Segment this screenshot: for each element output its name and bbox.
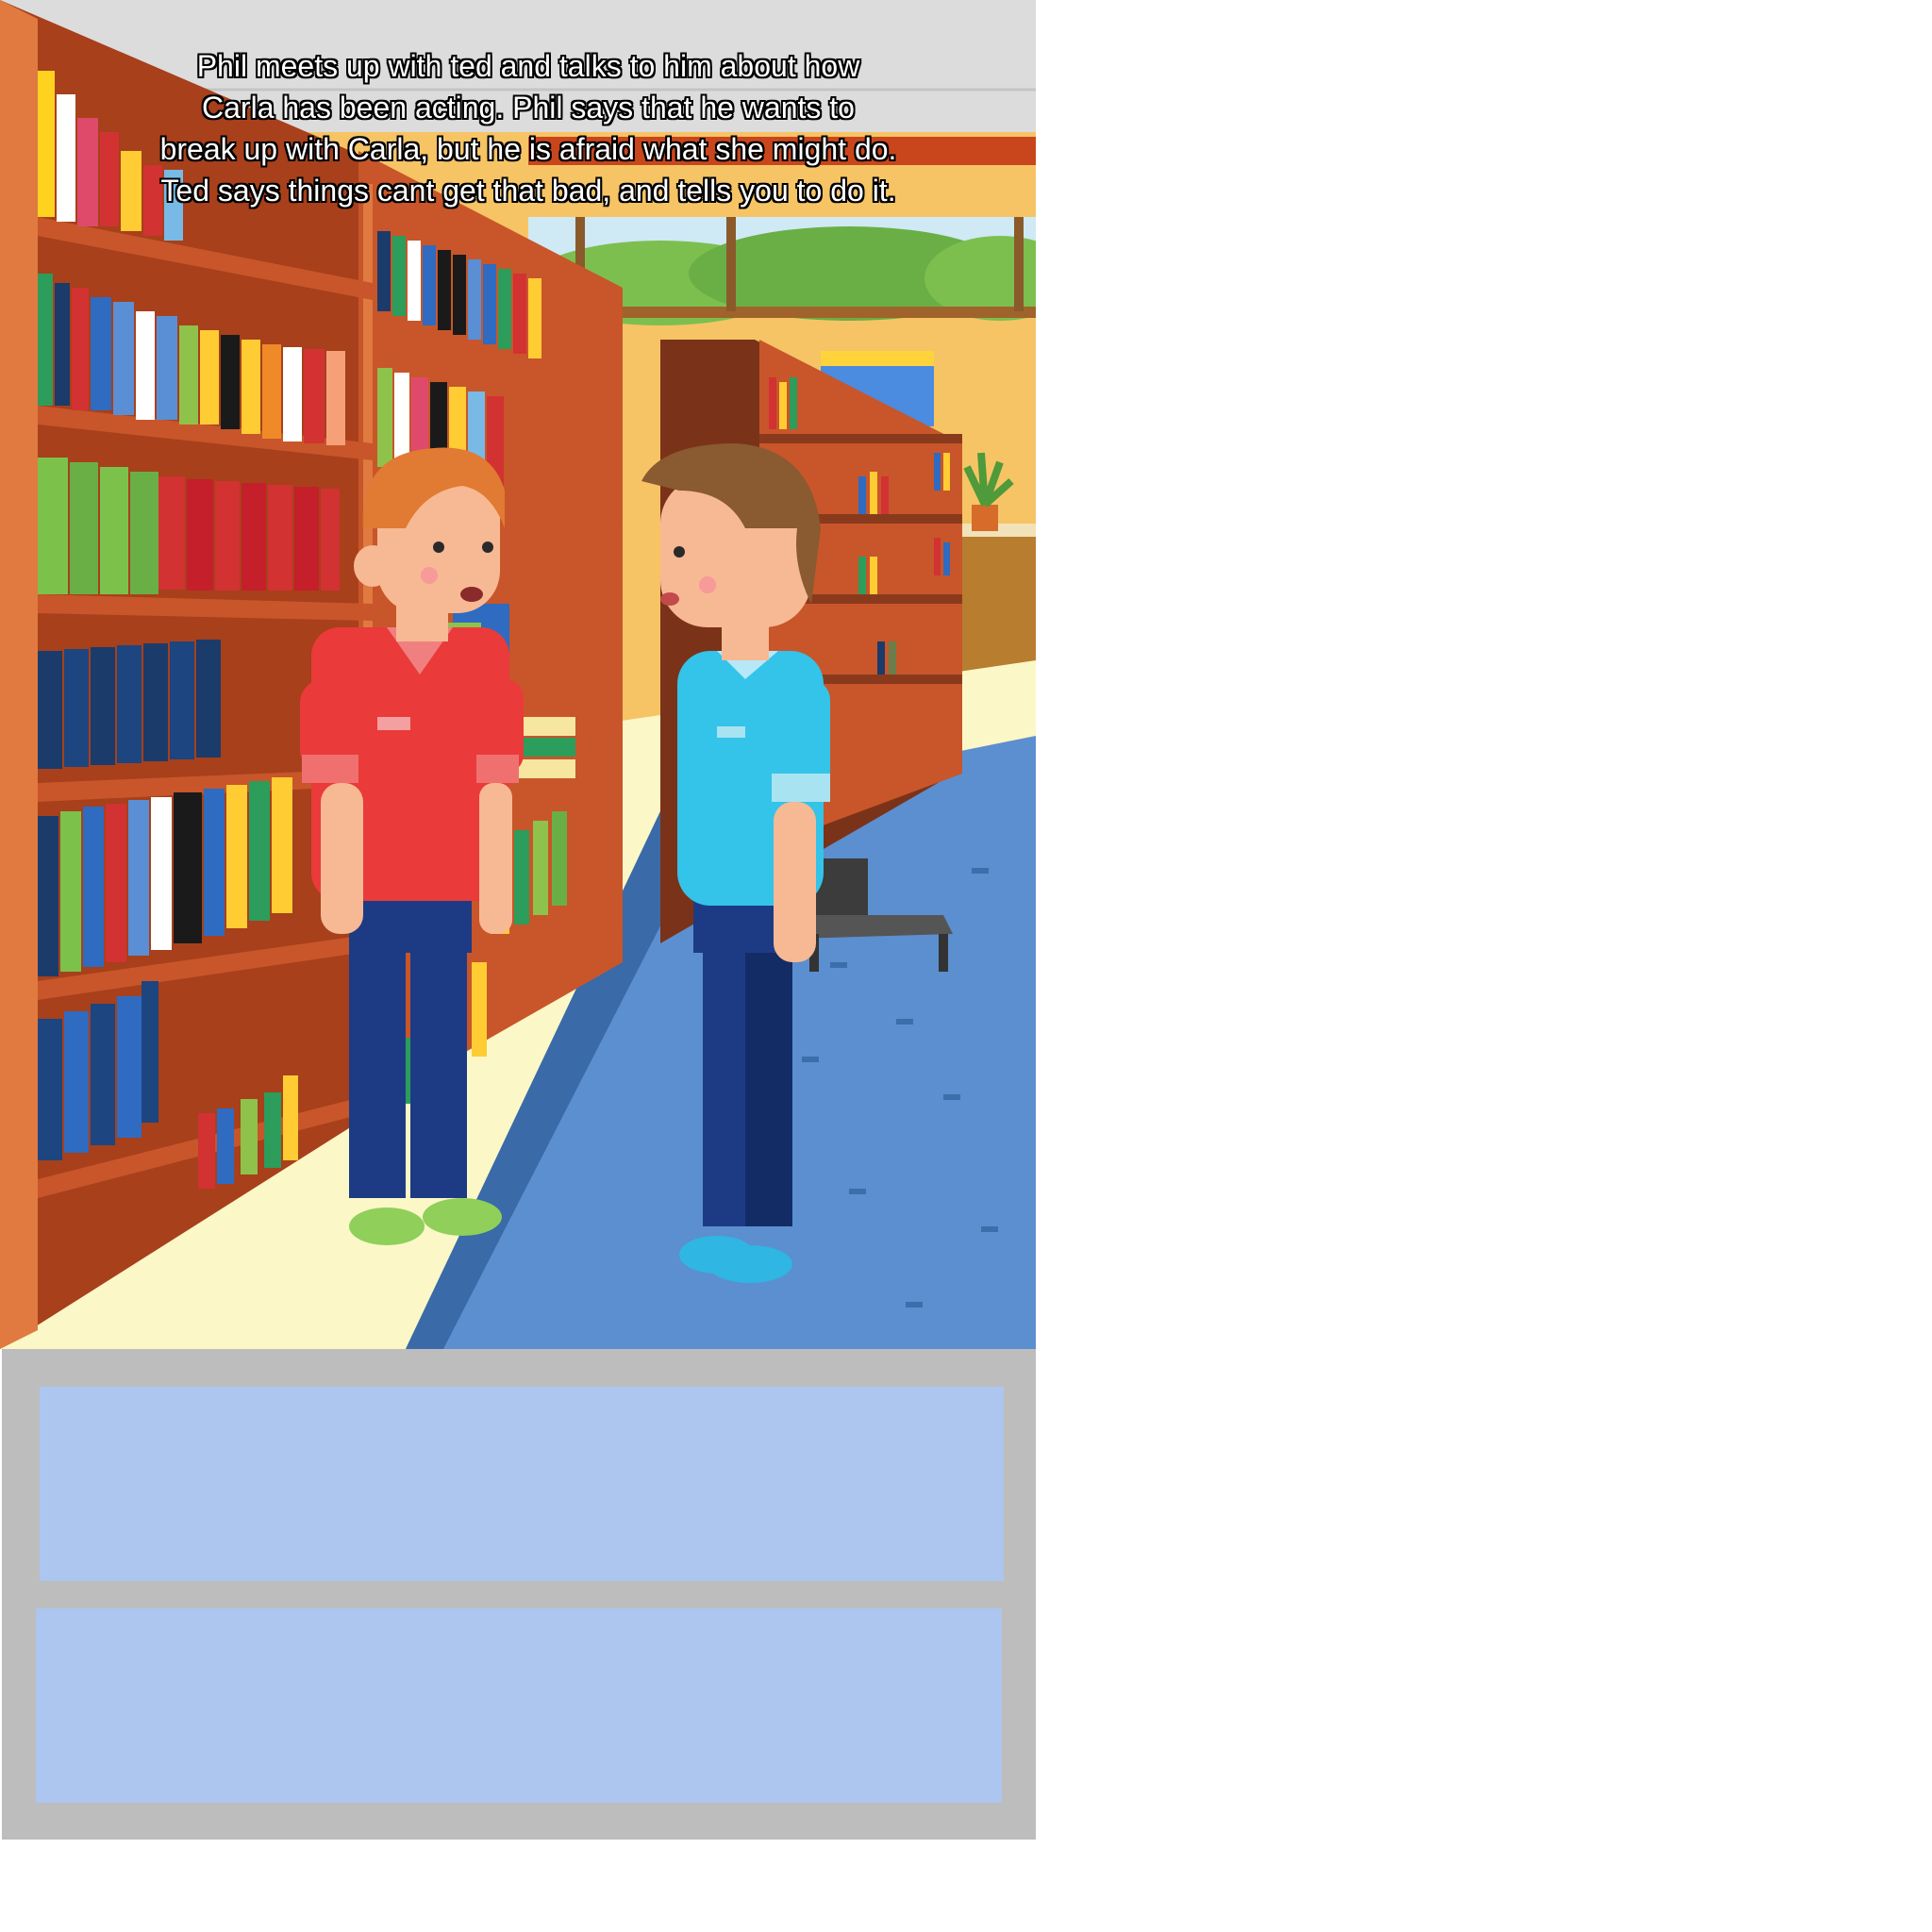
story-stage: Phil meets up with ted and talks to him …	[0, 0, 1036, 1840]
choice-button-2[interactable]	[36, 1608, 1002, 1803]
choice-button-1[interactable]	[40, 1387, 1004, 1581]
story-narration-text: Phil meets up with ted and talks to him …	[159, 49, 897, 208]
